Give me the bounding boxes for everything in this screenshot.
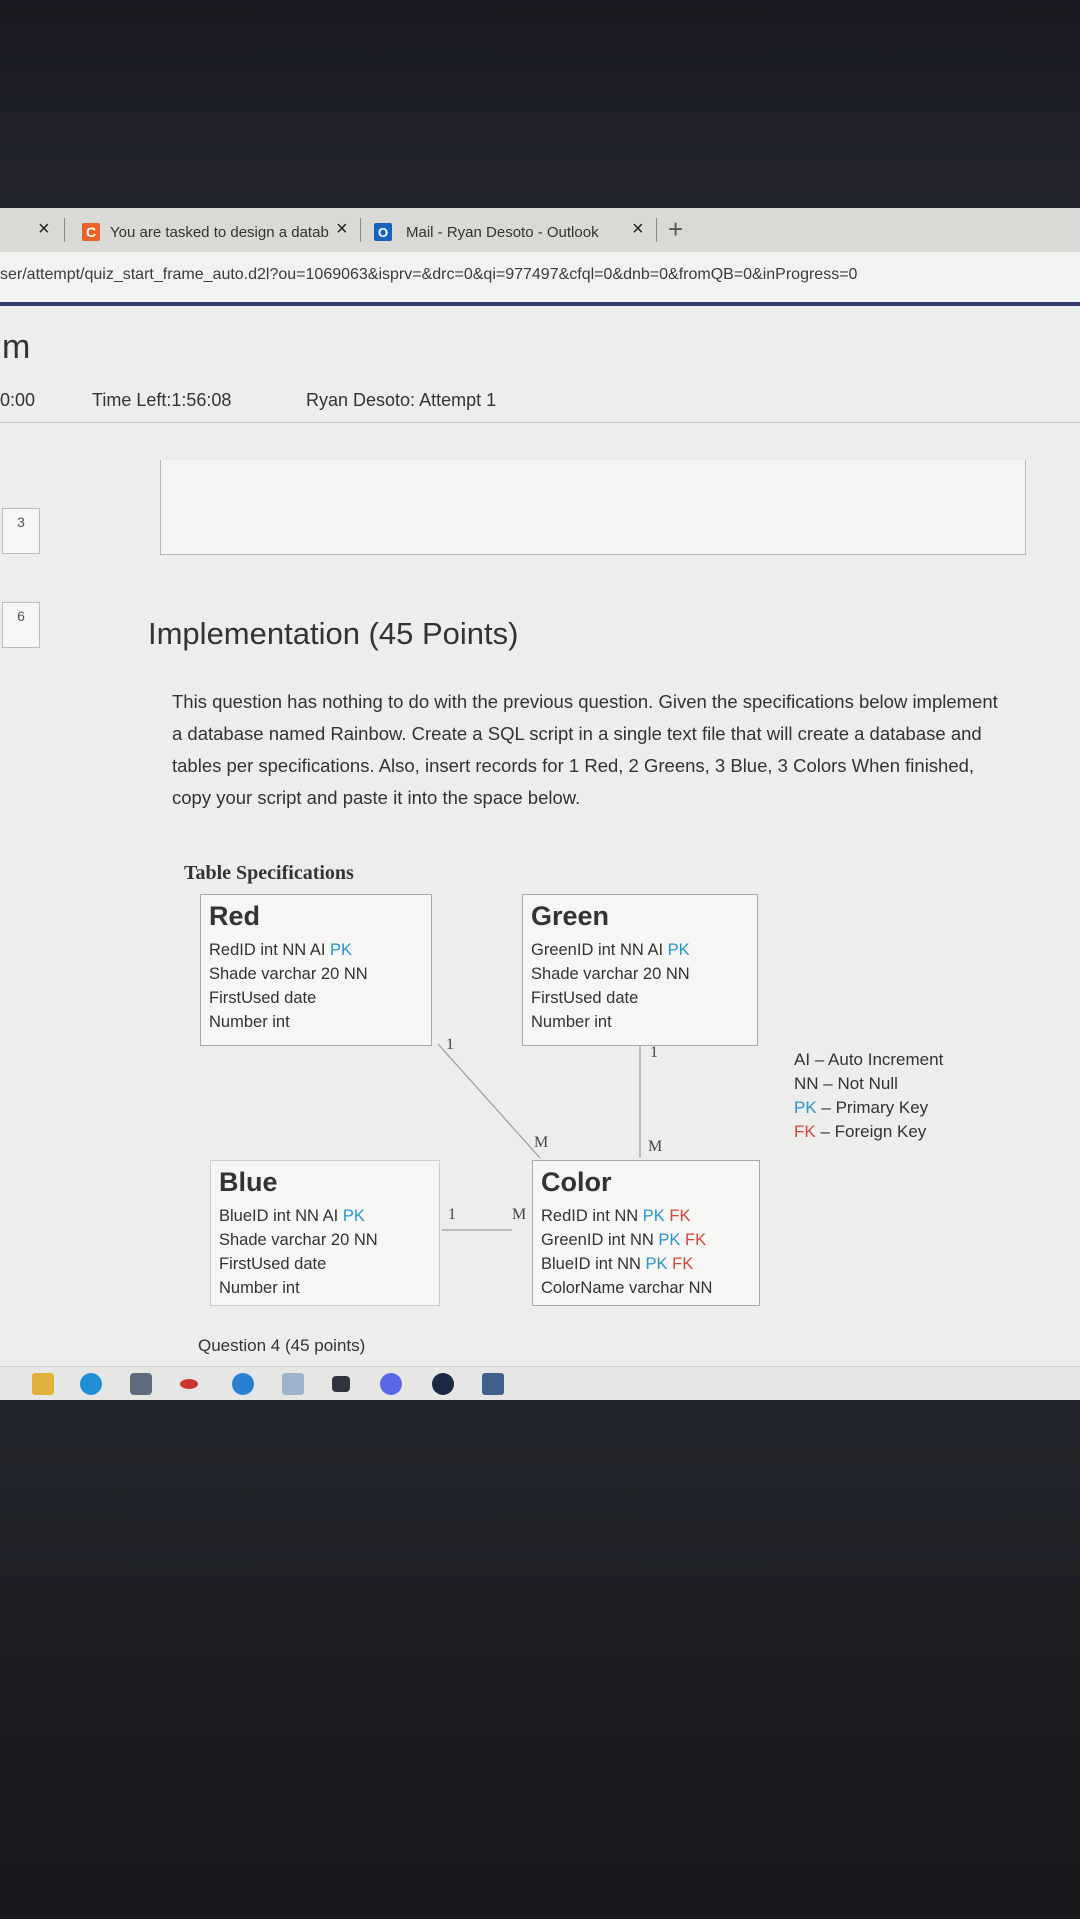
monitor-bezel-top <box>0 0 1080 210</box>
table-color: Color RedID int NN PK FK GreenID int NN … <box>532 1160 760 1306</box>
pk-tag: PK <box>642 1207 665 1225</box>
field-row: Shade varchar 20 NN <box>219 1231 378 1249</box>
field-row: RedID int NN AI PK <box>209 938 423 962</box>
field-row: Shade varchar 20 NN <box>531 965 690 983</box>
color-cardinality-m-blue: M <box>512 1206 527 1223</box>
monitor-bezel-bottom <box>0 1400 1080 1919</box>
pk-tag: PK <box>658 1231 681 1249</box>
fk-tag: FK <box>669 1207 691 1225</box>
field-row: GreenID int NN AI PK <box>531 938 749 962</box>
field-text: GreenID int NN <box>541 1231 659 1249</box>
field-row: Number int <box>219 1279 300 1297</box>
field-row: BlueID int NN AI PK <box>219 1204 431 1228</box>
red-cardinality-one: 1 <box>446 1036 454 1053</box>
fk-tag: FK <box>672 1255 694 1273</box>
edge-icon[interactable] <box>80 1373 102 1395</box>
green-cardinality-one: 1 <box>650 1044 658 1061</box>
field-row: FirstUsed date <box>531 989 639 1007</box>
taskbar <box>0 1366 1080 1400</box>
field-row: GreenID int NN PK FK <box>541 1228 751 1252</box>
question-points: (45 points) <box>284 1336 366 1355</box>
legend-pk-text: – Primary Key <box>816 1098 929 1117</box>
field-row: FirstUsed date <box>209 989 317 1007</box>
pen-icon[interactable] <box>282 1373 304 1395</box>
legend-fk-text: – Foreign Key <box>815 1122 927 1141</box>
red-color-connector <box>437 1043 541 1159</box>
mail-icon[interactable] <box>180 1379 198 1389</box>
pk-tag: PK <box>645 1255 668 1273</box>
steam-icon[interactable] <box>432 1373 454 1395</box>
legend-pk-tag: PK <box>794 1098 817 1117</box>
field-text: BlueID int NN <box>541 1255 646 1273</box>
store-icon[interactable] <box>482 1373 504 1395</box>
legend: AI – Auto Increment NN – Not Null PK – P… <box>794 1048 943 1144</box>
legend-pk: PK – Primary Key <box>794 1096 943 1120</box>
field-row: Number int <box>209 1013 290 1031</box>
camera-icon[interactable] <box>332 1376 350 1392</box>
screen: × C You are tasked to design a datab × O… <box>0 208 1080 1400</box>
blue-cardinality-one: 1 <box>448 1206 456 1223</box>
legend-fk: FK – Foreign Key <box>794 1120 943 1144</box>
table-red: Red RedID int NN AI PK Shade varchar 20 … <box>200 894 432 1046</box>
app-icon[interactable] <box>130 1373 152 1395</box>
pk-tag: PK <box>330 941 353 959</box>
play-icon[interactable] <box>232 1373 254 1395</box>
table-name: Red <box>209 901 261 931</box>
table-green: Green GreenID int NN AI PK Shade varchar… <box>522 894 758 1046</box>
table-blue: Blue BlueID int NN AI PK Shade varchar 2… <box>210 1160 440 1306</box>
pk-tag: PK <box>667 941 690 959</box>
table-name: Green <box>531 901 610 931</box>
question-number: Question 4 <box>198 1336 281 1355</box>
legend-nn: NN – Not Null <box>794 1074 898 1093</box>
field-text: RedID int NN <box>541 1207 643 1225</box>
legend-ai: AI – Auto Increment <box>794 1050 944 1069</box>
legend-fk-tag: FK <box>794 1122 816 1141</box>
table-name: Blue <box>219 1167 278 1197</box>
question-4-label: Question 4 (45 points) <box>198 1336 365 1356</box>
field-row: ColorName varchar NN <box>541 1279 713 1297</box>
field-row: BlueID int NN PK FK <box>541 1252 751 1276</box>
field-row: Shade varchar 20 NN <box>209 965 368 983</box>
field-text: GreenID int NN AI <box>531 941 668 959</box>
pk-tag: PK <box>342 1207 365 1225</box>
field-text: BlueID int NN AI <box>219 1207 343 1225</box>
color-cardinality-m-green: M <box>648 1138 663 1155</box>
table-name: Color <box>541 1167 612 1197</box>
file-explorer-icon[interactable] <box>32 1373 54 1395</box>
fk-tag: FK <box>684 1231 707 1249</box>
field-row: RedID int NN PK FK <box>541 1204 751 1228</box>
discord-icon[interactable] <box>380 1373 402 1395</box>
color-cardinality-m-red: M <box>534 1134 549 1151</box>
field-text: RedID int NN AI <box>209 941 331 959</box>
field-row: FirstUsed date <box>219 1255 327 1273</box>
field-row: Number int <box>531 1013 612 1031</box>
